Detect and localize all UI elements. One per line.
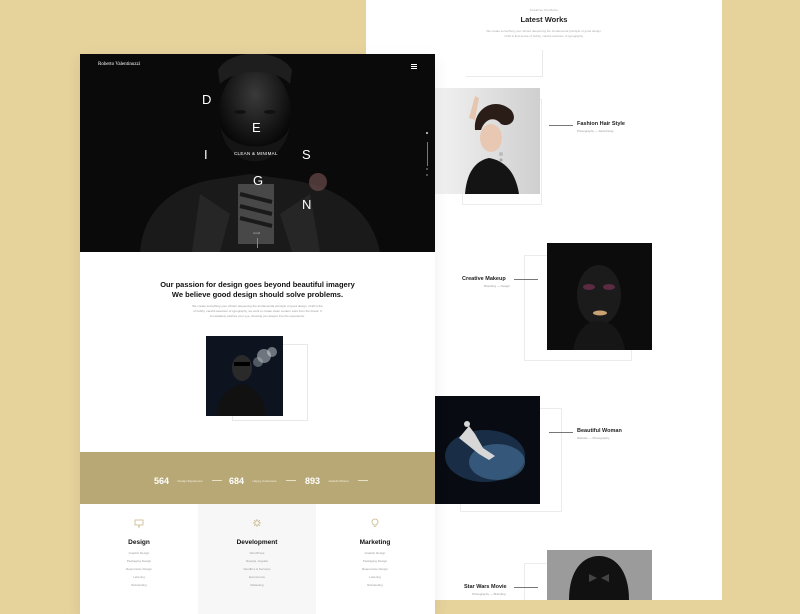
gear-icon	[253, 519, 261, 527]
hero-section: Roberto Valentinuzzi D E S I G N CLEAN &…	[80, 54, 435, 252]
about-heading: Our passion for design goes beyond beaut…	[80, 280, 435, 300]
work-title: Star Wars Movie	[464, 584, 507, 590]
service-item[interactable]: Sandbox & Services	[198, 567, 316, 571]
service-title: Design	[128, 539, 150, 546]
work-tags: Website — Photography	[577, 436, 610, 440]
stat-number: 893	[305, 475, 321, 486]
about-section: Our passion for design goes beyond beaut…	[80, 252, 435, 452]
work-title: Beautiful Woman	[577, 428, 622, 434]
stats-band: 564 Design Experience 684 Happy Customer…	[80, 452, 435, 504]
service-item[interactable]: Packaging Design	[316, 559, 434, 563]
latest-works-title: Latest Works	[520, 15, 568, 24]
hero-letter: G	[253, 173, 264, 188]
service-item[interactable]: Graphic Design	[316, 551, 434, 555]
timeline-line	[542, 50, 543, 76]
work-tags: Photography — Branding	[472, 592, 506, 596]
latest-works-subtitle: Creative Portfolio	[529, 8, 559, 12]
work-tags: Branding — Design	[484, 284, 511, 288]
scroll-indicator	[257, 238, 258, 248]
hero-letter: D	[202, 92, 212, 107]
work-connector	[549, 432, 573, 433]
work-connector	[549, 125, 573, 126]
latest-works-desc-line: Craft is that sense of hobby, careful se…	[504, 34, 584, 38]
service-item[interactable]: Graphic Design	[80, 551, 198, 555]
home-page: Roberto Valentinuzzi D E S I G N CLEAN &…	[80, 54, 435, 614]
stat-label: Design Experience	[177, 478, 203, 483]
about-heading-line: We believe good design should solve prob…	[171, 290, 344, 299]
hero-letter: I	[204, 147, 208, 162]
stat-divider	[285, 480, 296, 482]
about-heading-line: Our passion for design goes beyond beaut…	[160, 280, 355, 289]
service-item[interactable]: Rebranding	[316, 583, 434, 587]
hero-letter: E	[252, 120, 261, 135]
service-accent-mark: ◦	[256, 531, 258, 535]
bulb-icon	[371, 518, 379, 527]
stat-number: 564	[154, 475, 170, 486]
stat-divider	[358, 480, 369, 482]
work-connector	[514, 279, 538, 280]
work-image-beautiful-woman[interactable]	[435, 396, 540, 504]
service-item[interactable]: Ecommerce	[198, 575, 316, 579]
hero-tagline: CLEAN & MINIMAL	[234, 151, 278, 156]
service-title: Development	[236, 539, 278, 546]
work-image-creative-makeup[interactable]	[547, 243, 652, 350]
work-image-fashion-hair[interactable]	[435, 88, 540, 194]
slider-dot[interactable]	[426, 168, 428, 170]
latest-works-description: We create something your vibrant deepeni…	[366, 29, 722, 39]
latest-works-header: Creative Portfolio Latest Works We creat…	[366, 8, 722, 39]
slider-dot[interactable]	[426, 174, 428, 176]
work-image-star-wars[interactable]	[547, 550, 652, 600]
work-tags: Photography — Advertising	[577, 129, 614, 133]
timeline-line	[466, 76, 543, 77]
slider-pagination	[426, 132, 429, 138]
stat-divider	[212, 480, 223, 482]
services-section: ◦ Design Graphic Design Packaging Design…	[80, 504, 435, 614]
service-column-development: ◦ Development WordPress Reactjs, Angular…	[198, 504, 316, 614]
service-title: Marketing	[359, 539, 391, 546]
stat-item: 893 Awards Winner	[305, 472, 369, 490]
service-item[interactable]: Reactjs, Angular	[198, 559, 316, 563]
service-column-design: ◦ Design Graphic Design Packaging Design…	[80, 504, 198, 614]
slider-dot[interactable]	[426, 132, 428, 134]
stat-number: 684	[229, 475, 245, 486]
service-item[interactable]: Lettering	[316, 575, 434, 579]
hero-letter: S	[302, 147, 311, 162]
about-body: We create something your vibrant deepeni…	[80, 304, 435, 319]
service-item[interactable]: Packaging Design	[80, 559, 198, 563]
service-accent-mark: ◦	[374, 531, 376, 535]
service-item[interactable]: Responsive Design	[316, 567, 434, 571]
service-column-marketing: ◦ Marketing Graphic Design Packaging Des…	[316, 504, 434, 614]
work-title: Fashion Hair Style	[577, 121, 625, 127]
slider-pagination	[426, 168, 429, 180]
work-connector	[514, 587, 538, 588]
menu-icon[interactable]	[411, 64, 417, 69]
service-item[interactable]: Responsive Design	[80, 567, 198, 571]
scroll-label[interactable]: scroll	[253, 231, 260, 235]
hero-letter: N	[302, 197, 312, 212]
service-accent-mark: ◦	[138, 531, 140, 535]
about-body-line: immediately catches your eye, showing yo…	[209, 314, 306, 318]
service-item[interactable]: Lettering	[80, 575, 198, 579]
service-item[interactable]: WordPress	[198, 551, 316, 555]
brand-logo[interactable]: Roberto Valentinuzzi	[98, 62, 140, 67]
stat-item: 684 Happy Customers	[229, 472, 296, 490]
service-item[interactable]: Marketing	[198, 583, 316, 587]
work-title: Creative Makeup	[462, 276, 506, 282]
service-item[interactable]: Rebranding	[80, 583, 198, 587]
stat-label: Awards Winner	[328, 478, 349, 483]
slider-progress-bar	[427, 142, 428, 166]
stat-label: Happy Customers	[252, 478, 277, 483]
about-image	[206, 336, 283, 416]
stat-item: 564 Design Experience	[154, 472, 223, 490]
monitor-icon	[134, 519, 144, 528]
